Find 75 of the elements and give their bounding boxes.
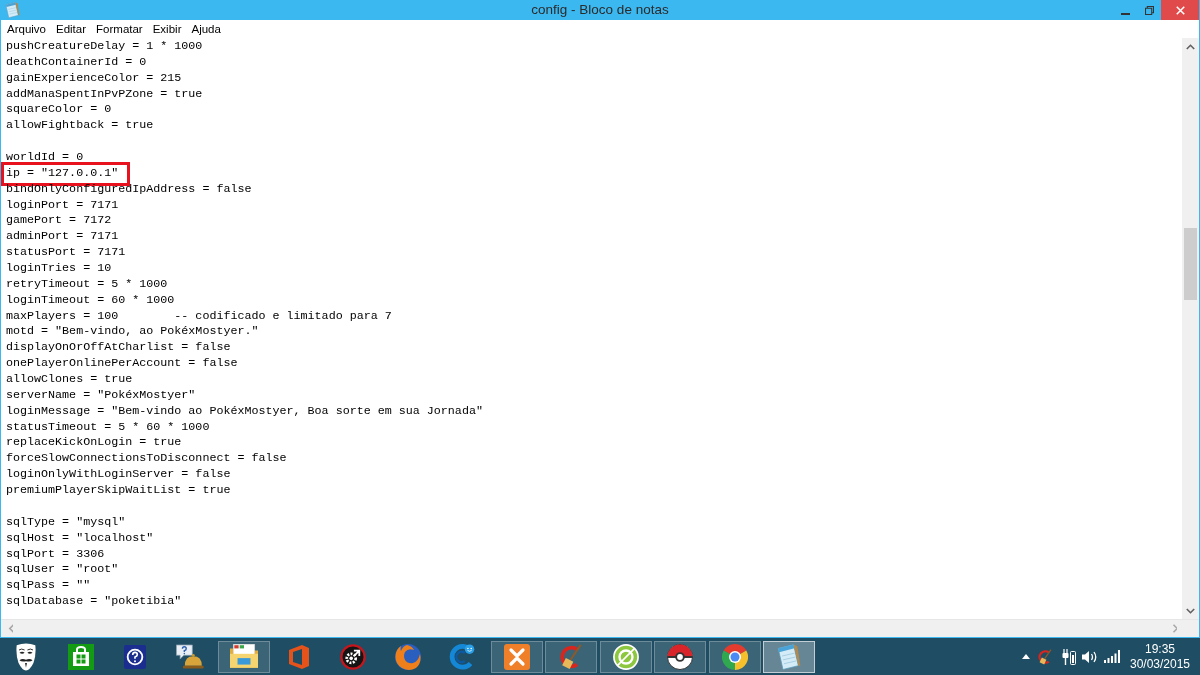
code-line: addManaSpentInPvPZone = true xyxy=(6,86,203,103)
help-icon xyxy=(124,644,146,669)
code-line: allowFightback = true xyxy=(6,118,154,135)
menu-item[interactable]: Exibir xyxy=(147,21,187,37)
menu-item[interactable]: Editar xyxy=(51,21,92,37)
code-line: deathContainerId = 0 xyxy=(6,54,147,71)
ball-icon xyxy=(667,643,693,670)
code-line: serverName = "PokéxMostyer" xyxy=(6,387,196,404)
window-title: config - Bloco de notas xyxy=(531,2,669,18)
caret-up-icon[interactable] xyxy=(1022,654,1030,659)
slashed-circle-icon xyxy=(612,643,639,670)
code-line: maxPlayers = 100 -- codificado e limitado para 7 xyxy=(6,308,392,325)
wheel-icon xyxy=(721,643,748,670)
code-line: pushCreatureDelay = 1 * 1000 xyxy=(6,39,203,55)
code-line: replaceKickOnLogin = true xyxy=(6,435,182,452)
code-line: loginPort = 7171 xyxy=(6,197,119,214)
taskbar-button[interactable] xyxy=(654,640,706,673)
code-line: adminPort = 7171 xyxy=(6,229,119,246)
chevron-up-icon xyxy=(1186,43,1195,50)
code-line: statusPort = 7171 xyxy=(6,245,126,262)
code-line: statusTimeout = 5 * 60 * 1000 xyxy=(6,419,210,436)
taskbar-button[interactable] xyxy=(763,640,815,673)
close-button[interactable] xyxy=(1161,0,1199,20)
taskbar-button[interactable] xyxy=(490,640,543,673)
code-line: sqlDatabase = "poketibia" xyxy=(6,594,182,610)
menu-item[interactable]: Formatar xyxy=(91,21,148,37)
code-line: loginTries = 10 xyxy=(6,261,112,277)
code-line: retryTimeout = 5 * 1000 xyxy=(6,276,168,293)
code-line: displayOnOrOffAtCharlist = false xyxy=(6,340,231,357)
globe-icon xyxy=(394,643,421,670)
code-line: forceSlowConnectionsToDisconnect = false xyxy=(6,451,287,468)
mask-icon xyxy=(16,642,36,671)
code-line: sqlPort = 3306 xyxy=(6,546,105,563)
battery-plug-icon[interactable] xyxy=(1062,648,1076,665)
code-line: sqlType = "mysql" xyxy=(6,514,126,531)
code-line: sqlPass = "" xyxy=(6,578,91,595)
code-line: loginTimeout = 60 * 1000 xyxy=(6,292,175,309)
taskbar-button[interactable] xyxy=(218,640,270,673)
notepad-icon[interactable] xyxy=(5,2,20,18)
volume-icon[interactable] xyxy=(1082,649,1098,664)
chevron-left-icon xyxy=(6,624,13,633)
code-line: squareColor = 0 xyxy=(6,102,112,119)
cross-tile-icon xyxy=(503,643,530,670)
clock-time: 19:35 xyxy=(1145,641,1175,657)
shopping-bag-icon xyxy=(67,643,94,670)
broom-icon[interactable] xyxy=(1037,648,1053,665)
taskbar-button[interactable] xyxy=(599,640,652,673)
signal-bars-icon[interactable] xyxy=(1104,650,1120,663)
scrollbar-thumb[interactable] xyxy=(1184,228,1197,300)
code-line: gainExperienceColor = 215 xyxy=(6,70,182,87)
close-icon xyxy=(1175,5,1185,15)
code-line: loginMessage = "Bem-vindo ao PokéxMostyer, Boa sorte em sua Jornada" xyxy=(6,403,483,420)
menu-item[interactable]: Ajuda xyxy=(186,21,226,37)
clock-date: 30/03/2015 xyxy=(1129,656,1191,672)
folder-icon xyxy=(230,644,258,669)
ring-icon xyxy=(449,643,475,670)
code-line: premiumPlayerSkipWaitList = true xyxy=(6,483,231,499)
broom-icon xyxy=(558,643,584,670)
code-line: allowClones = true xyxy=(6,372,133,388)
code-line: onePlayerOnlinePerAccount = false xyxy=(6,356,238,373)
code-line: motd = "Bem-vindo, ao PokéxMostyer." xyxy=(6,324,259,341)
restore-icon xyxy=(1144,5,1154,15)
door-icon xyxy=(288,644,309,669)
service-bell-icon xyxy=(175,644,204,669)
code-line: gamePort = 7172 xyxy=(6,213,112,230)
code-line: sqlUser = "root" xyxy=(6,562,119,579)
vertical-scrollbar[interactable] xyxy=(1182,38,1199,619)
code-line: loginOnlyWithLoginServer = false xyxy=(6,467,231,484)
minimize-icon xyxy=(1120,13,1130,15)
notepad-icon xyxy=(777,643,801,670)
chevron-down-icon xyxy=(1186,607,1195,614)
menu-item[interactable]: Arquivo xyxy=(2,21,51,37)
chevron-right-icon xyxy=(1170,624,1177,633)
taskbar-button[interactable] xyxy=(708,640,761,673)
code-line: sqlHost = "localhost" xyxy=(6,530,154,547)
